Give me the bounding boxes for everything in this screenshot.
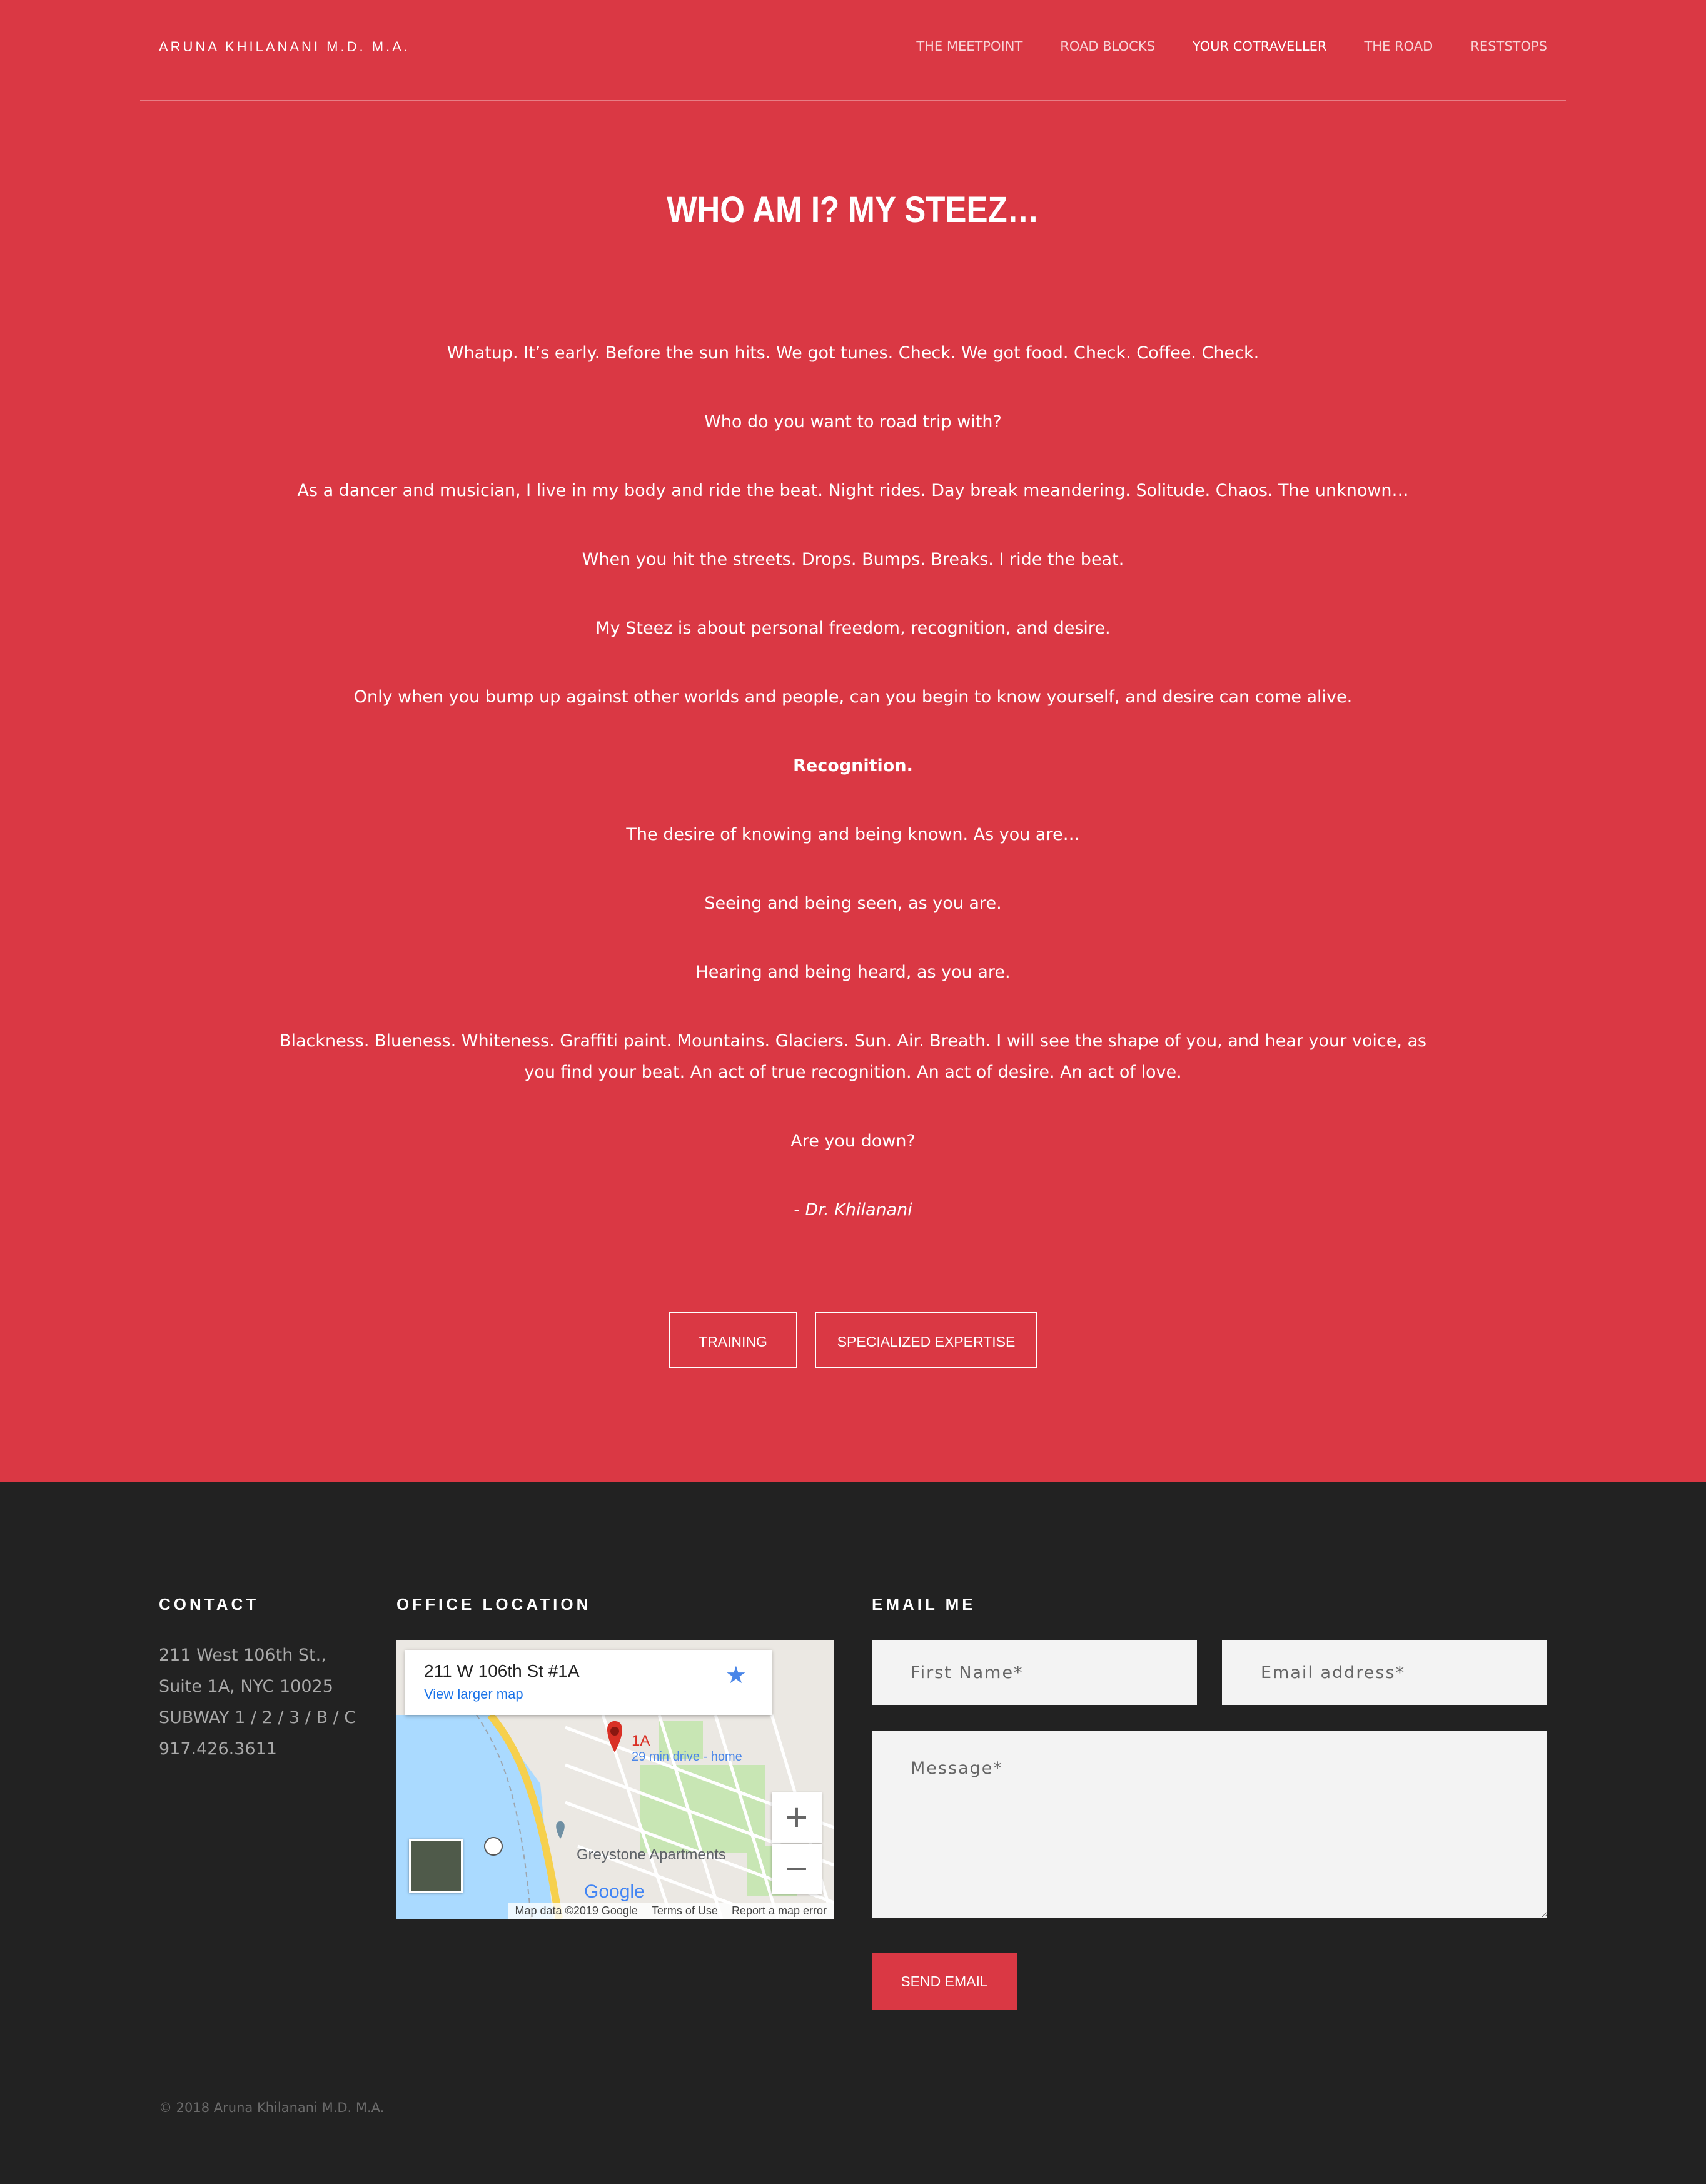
page-title: WHO AM I? MY STEEZ… bbox=[667, 190, 1039, 230]
zoom-in-icon[interactable]: + bbox=[772, 1792, 822, 1843]
site-brand[interactable]: ARUNA KHILANANI M.D. M.A. bbox=[159, 39, 410, 55]
signature: - Dr. Khilanani bbox=[794, 1200, 912, 1220]
map-data-text: Map data ©2019 Google bbox=[515, 1904, 638, 1917]
address-line-2: Suite 1A, NYC 10025 bbox=[159, 1677, 333, 1696]
recognition-heading: Recognition. bbox=[793, 756, 913, 776]
header-divider bbox=[140, 100, 1566, 101]
map-info-card: 211 W 106th St #1A View larger map ★ bbox=[405, 1650, 772, 1715]
nav-item-reststops[interactable]: RESTSTOPS bbox=[1470, 39, 1547, 54]
map-attribution: Map data ©2019 Google Terms of Use Repor… bbox=[507, 1903, 834, 1919]
office-location-heading: OFFICE LOCATION bbox=[396, 1595, 592, 1614]
map-address: 211 W 106th St #1A bbox=[424, 1661, 580, 1681]
message-field[interactable] bbox=[872, 1731, 1547, 1918]
contact-heading: CONTACT bbox=[159, 1595, 260, 1614]
map-pin-label: 1A bbox=[632, 1732, 650, 1749]
paragraph: Hearing and being heard, as you are. bbox=[695, 963, 1011, 982]
report-error-link[interactable]: Report a map error bbox=[732, 1904, 827, 1918]
paragraph: Blackness. Blueness. Whiteness. Graffiti… bbox=[279, 1031, 1427, 1082]
view-larger-map-link[interactable]: View larger map bbox=[424, 1686, 523, 1702]
hero-section: ARUNA KHILANANI M.D. M.A. THE MEETPOINT … bbox=[0, 0, 1706, 1482]
subway-line: SUBWAY 1 / 2 / 3 / B / C bbox=[159, 1708, 356, 1727]
zoom-out-icon[interactable]: − bbox=[772, 1844, 822, 1894]
address-line-1: 211 West 106th St., bbox=[159, 1646, 326, 1665]
paragraph: As a dancer and musician, I live in my b… bbox=[297, 481, 1409, 500]
specialized-expertise-button[interactable]: SPECIALIZED EXPERTISE bbox=[815, 1312, 1037, 1368]
paragraph: Who do you want to road trip with? bbox=[704, 412, 1002, 432]
send-email-button[interactable]: SEND EMAIL bbox=[872, 1953, 1017, 2010]
paragraph: The desire of knowing and being known. A… bbox=[626, 825, 1080, 844]
paragraph: When you hit the streets. Drops. Bumps. … bbox=[582, 550, 1124, 569]
email-field[interactable] bbox=[1222, 1640, 1547, 1705]
nav-item-meetpoint[interactable]: THE MEETPOINT bbox=[916, 39, 1022, 54]
paragraph: Whatup. It’s early. Before the sun hits.… bbox=[447, 343, 1259, 363]
paragraph: Only when you bump up against other worl… bbox=[353, 687, 1353, 707]
map-place-label[interactable]: Greystone Apartments bbox=[577, 1846, 726, 1864]
google-logo: Google bbox=[584, 1881, 645, 1902]
email-heading: EMAIL ME bbox=[872, 1595, 976, 1614]
first-name-field[interactable] bbox=[872, 1640, 1197, 1705]
cta-buttons: TRAINING SPECIALIZED EXPERTISE bbox=[0, 1312, 1706, 1368]
nav-item-cotraveller[interactable]: YOUR COTRAVELLER bbox=[1193, 39, 1327, 54]
satellite-toggle[interactable] bbox=[409, 1839, 463, 1893]
footer: CONTACT 211 West 106th St., Suite 1A, NY… bbox=[0, 1482, 1706, 2184]
phone-number[interactable]: 917.426.3611 bbox=[159, 1734, 356, 1765]
paragraph: Seeing and being seen, as you are. bbox=[704, 894, 1002, 913]
main-nav: THE MEETPOINT ROAD BLOCKS YOUR COTRAVELL… bbox=[916, 39, 1547, 54]
map-drive-time[interactable]: 29 min drive - home bbox=[632, 1750, 742, 1764]
save-star-icon[interactable]: ★ bbox=[725, 1661, 747, 1689]
paragraph: Are you down? bbox=[790, 1131, 916, 1151]
intro-text: Whatup. It’s early. Before the sun hits.… bbox=[269, 338, 1437, 1226]
terms-link[interactable]: Terms of Use bbox=[652, 1904, 718, 1918]
copyright: © 2018 Aruna Khilanani M.D. M.A. bbox=[159, 2100, 385, 2115]
training-button[interactable]: TRAINING bbox=[669, 1312, 797, 1368]
nav-item-road-blocks[interactable]: ROAD BLOCKS bbox=[1060, 39, 1155, 54]
paragraph: My Steez is about personal freedom, reco… bbox=[595, 619, 1111, 638]
contact-info: 211 West 106th St., Suite 1A, NYC 10025 … bbox=[159, 1640, 356, 1765]
office-map[interactable]: 211 W 106th St #1A View larger map ★ 1A … bbox=[396, 1640, 834, 1919]
nav-item-the-road[interactable]: THE ROAD bbox=[1364, 39, 1433, 54]
